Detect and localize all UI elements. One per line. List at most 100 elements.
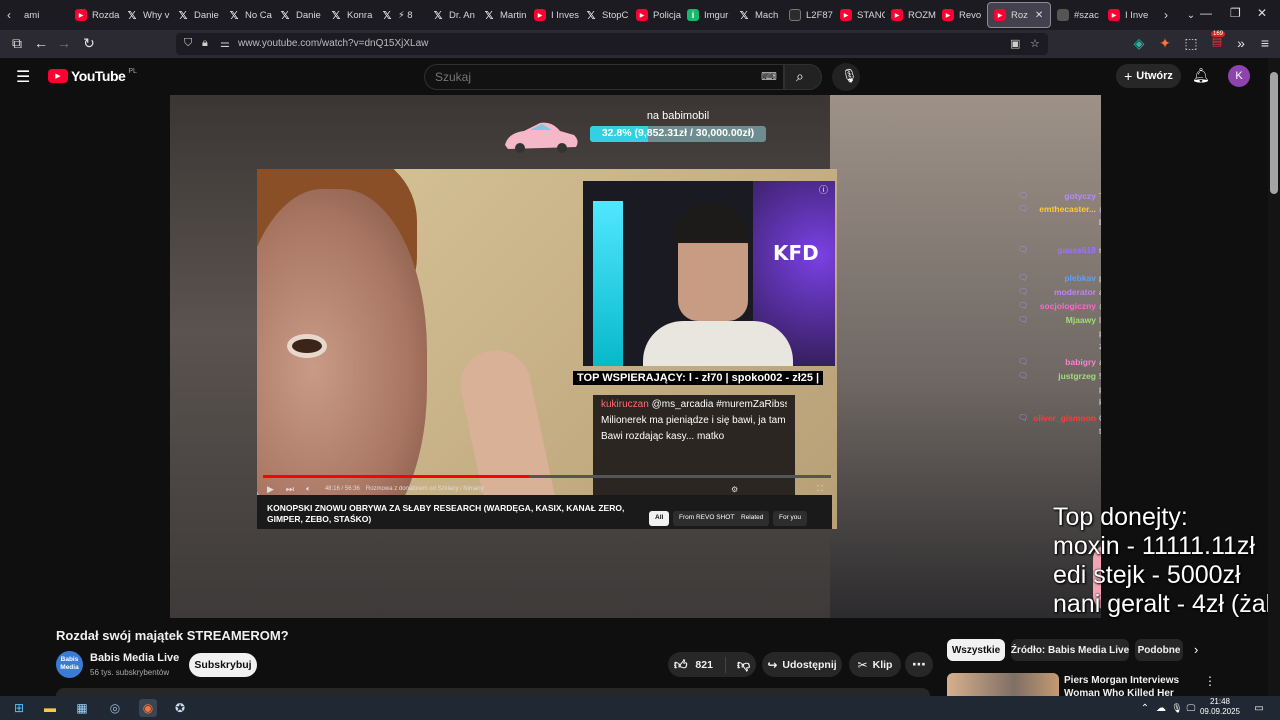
tab-scroll-right-icon[interactable]: ›	[1157, 8, 1175, 22]
bookmark-star-icon[interactable]: ☆	[1030, 37, 1040, 50]
notifications-icon[interactable]: ▭	[1250, 699, 1268, 717]
browser-tab[interactable]: ▶ Policja	[630, 2, 681, 28]
tab-label: L2F87	[806, 9, 833, 21]
lock-icon[interactable]: 🔒︎	[202, 37, 208, 50]
square-favicon-icon	[789, 9, 801, 21]
nested-fullscreen-icon: ⛶	[817, 484, 823, 493]
browser-tab[interactable]: 𝕏 Danie	[171, 2, 222, 28]
share-button[interactable]: ↪ Udostępnij	[762, 652, 842, 677]
clip-button[interactable]: ✂ Klip	[849, 652, 901, 677]
forward-icon[interactable]: →	[55, 35, 73, 51]
nested-chat-user: kukiruczan	[601, 399, 649, 410]
windows-start-icon[interactable]: ⊞	[10, 699, 28, 717]
dislike-button[interactable]: 👎︎	[731, 657, 750, 673]
browser-tab[interactable]: 𝕏 ⚡ 8	[375, 2, 426, 28]
search-button[interactable]: ⌕	[784, 64, 822, 90]
nested-volume-icon: 🔈︎	[306, 484, 311, 493]
nested-chat-message: kukiruczan @ms_arcadia #muremZaRibssleep…	[601, 399, 787, 410]
info-icon[interactable]: ⓘ	[819, 183, 828, 196]
keyboard-icon[interactable]: ⌨	[761, 70, 777, 83]
browser-tab[interactable]: ami	[18, 2, 69, 28]
tab-label: ami	[24, 9, 40, 21]
tab-label: Revo	[959, 9, 982, 21]
suggested-more-icon[interactable]: ⋮	[1204, 674, 1216, 688]
browser-tab[interactable]: 𝕏 Martin	[477, 2, 528, 28]
notifications-bell-icon[interactable]: 🔔︎	[1192, 67, 1210, 84]
browser-tab[interactable]: ▶ Rozda	[69, 2, 120, 28]
suggested-video-title[interactable]: Piers Morgan Interviews Woman Who Killed…	[1064, 674, 1194, 698]
chip-source[interactable]: Źródło: Babis Media Live	[1011, 639, 1129, 661]
youtube-logo[interactable]: ▶ YouTube PL	[48, 68, 137, 84]
extension-shield-icon[interactable]: ◈	[1130, 35, 1148, 52]
tab-list-dropdown-icon[interactable]: ⌄	[1181, 10, 1201, 21]
scrollbar-thumb[interactable]	[1270, 72, 1278, 194]
control-panel-icon[interactable]: ▦	[73, 699, 91, 717]
chat-badge-icon: 🗨︎	[1018, 204, 1029, 213]
permissions-icon[interactable]: ⚌	[220, 37, 230, 50]
tab-label: StopC	[602, 9, 629, 21]
chat-text: pracuję w kasynie potwierdzam	[1099, 272, 1101, 285]
url-text[interactable]: www.youtube.com/watch?v=dnQ15XjXLaw	[238, 38, 428, 49]
chat-badge-icon: 🗨︎	[1018, 287, 1029, 296]
chip-all[interactable]: Wszystkie	[947, 639, 1005, 661]
browser-tab[interactable]: 𝕏 No Ca	[222, 2, 273, 28]
browser-tab[interactable]: 𝕏 StopC	[579, 2, 630, 28]
taskbar-clock[interactable]: 21:48 09.09.2025	[1196, 697, 1244, 717]
browser-tab[interactable]: i Imgur	[681, 2, 732, 28]
more-actions-button[interactable]: ⋯	[905, 652, 933, 677]
app-icon[interactable]: ✪	[171, 699, 189, 717]
search-input[interactable]	[425, 65, 725, 89]
chat-text: @reix_____	[1099, 300, 1101, 313]
browser-tab[interactable]: ▶ Revo	[936, 2, 987, 28]
extensions-puzzle-icon[interactable]: ⬚	[1182, 35, 1200, 52]
browser-tab[interactable]: L2F87	[783, 2, 834, 28]
minimize-icon[interactable]: —	[1200, 6, 1212, 20]
create-button[interactable]: + Utwórz	[1116, 64, 1181, 88]
like-button[interactable]: 👍︎ 821	[674, 656, 726, 673]
menu-icon[interactable]: ≡	[1256, 35, 1274, 51]
browser-tab[interactable]: ▶ Roz ✕	[987, 2, 1051, 28]
chat-username: plebkav	[1064, 273, 1096, 283]
browser-tab[interactable]: 𝕏 Danie	[273, 2, 324, 28]
browser-tab[interactable]: ▶ I Inves	[528, 2, 579, 28]
tab-label: #szac	[1074, 9, 1099, 21]
browser-tab[interactable]: 𝕏 Why v	[120, 2, 171, 28]
voice-search-button[interactable]: 🎙︎	[832, 63, 860, 91]
close-window-icon[interactable]: ✕	[1257, 6, 1267, 20]
channel-avatar[interactable]: Babis Media	[56, 651, 83, 678]
tab-scroll-left-icon[interactable]: ‹	[0, 8, 18, 22]
browser-tab[interactable]: ▶ STANC	[834, 2, 885, 28]
browser-tab[interactable]: 𝕏 Dr. An	[426, 2, 477, 28]
picture-in-picture-icon[interactable]: ▣	[1010, 37, 1020, 50]
chat-text: a Ci ludzie w kasynach też są zaburzeni	[1099, 356, 1101, 369]
browser-tab[interactable]: #szac	[1051, 2, 1102, 28]
account-avatar[interactable]: K	[1228, 65, 1250, 87]
steam-icon[interactable]: ◎	[106, 699, 124, 717]
suggested-video-thumbnail[interactable]	[947, 673, 1059, 698]
browser-tab[interactable]: ▶ ROZM	[885, 2, 936, 28]
video-player[interactable]: na babimobil 32.8% (9,852.31zł / 30,000.…	[170, 95, 1101, 618]
browser-tab[interactable]: ▶ I Inve	[1102, 2, 1153, 28]
x-favicon-icon: 𝕏	[433, 9, 443, 22]
browser-tab[interactable]: 𝕏 Mach	[732, 2, 783, 28]
guide-menu-icon[interactable]: ☰	[16, 67, 30, 87]
chips-next-icon[interactable]: ›	[1194, 642, 1198, 657]
reload-icon[interactable]: ↻	[80, 35, 98, 52]
file-explorer-icon[interactable]: ▬	[41, 699, 59, 717]
chip-similar[interactable]: Podobne	[1135, 639, 1183, 661]
browser-tab[interactable]: 𝕏 Konra	[324, 2, 375, 28]
channel-name[interactable]: Babis Media Live	[90, 652, 179, 664]
top-donations-heading: Top donejty:	[1053, 503, 1188, 531]
url-bar[interactable]: ⛉ 🔒︎ ⚌ www.youtube.com/watch?v=dnQ15XjXL…	[176, 33, 1048, 55]
more-tools-icon[interactable]: »	[1232, 35, 1250, 51]
subscribe-button[interactable]: Subskrybuj	[189, 653, 257, 677]
shield-icon[interactable]: ⛉	[184, 37, 192, 50]
firefox-icon[interactable]: ◉	[139, 699, 157, 717]
extension-fox-icon[interactable]: ✦	[1156, 35, 1174, 52]
sidebar-toggle-icon[interactable]: ⧉	[8, 35, 26, 52]
chat-text: ale wszędzie dają darmowe drinki	[1099, 286, 1101, 299]
tab-close-icon[interactable]: ✕	[1035, 10, 1043, 21]
restore-icon[interactable]: ❐	[1230, 6, 1241, 20]
back-icon[interactable]: ←	[32, 35, 50, 51]
share-icon: ↪	[767, 657, 778, 672]
